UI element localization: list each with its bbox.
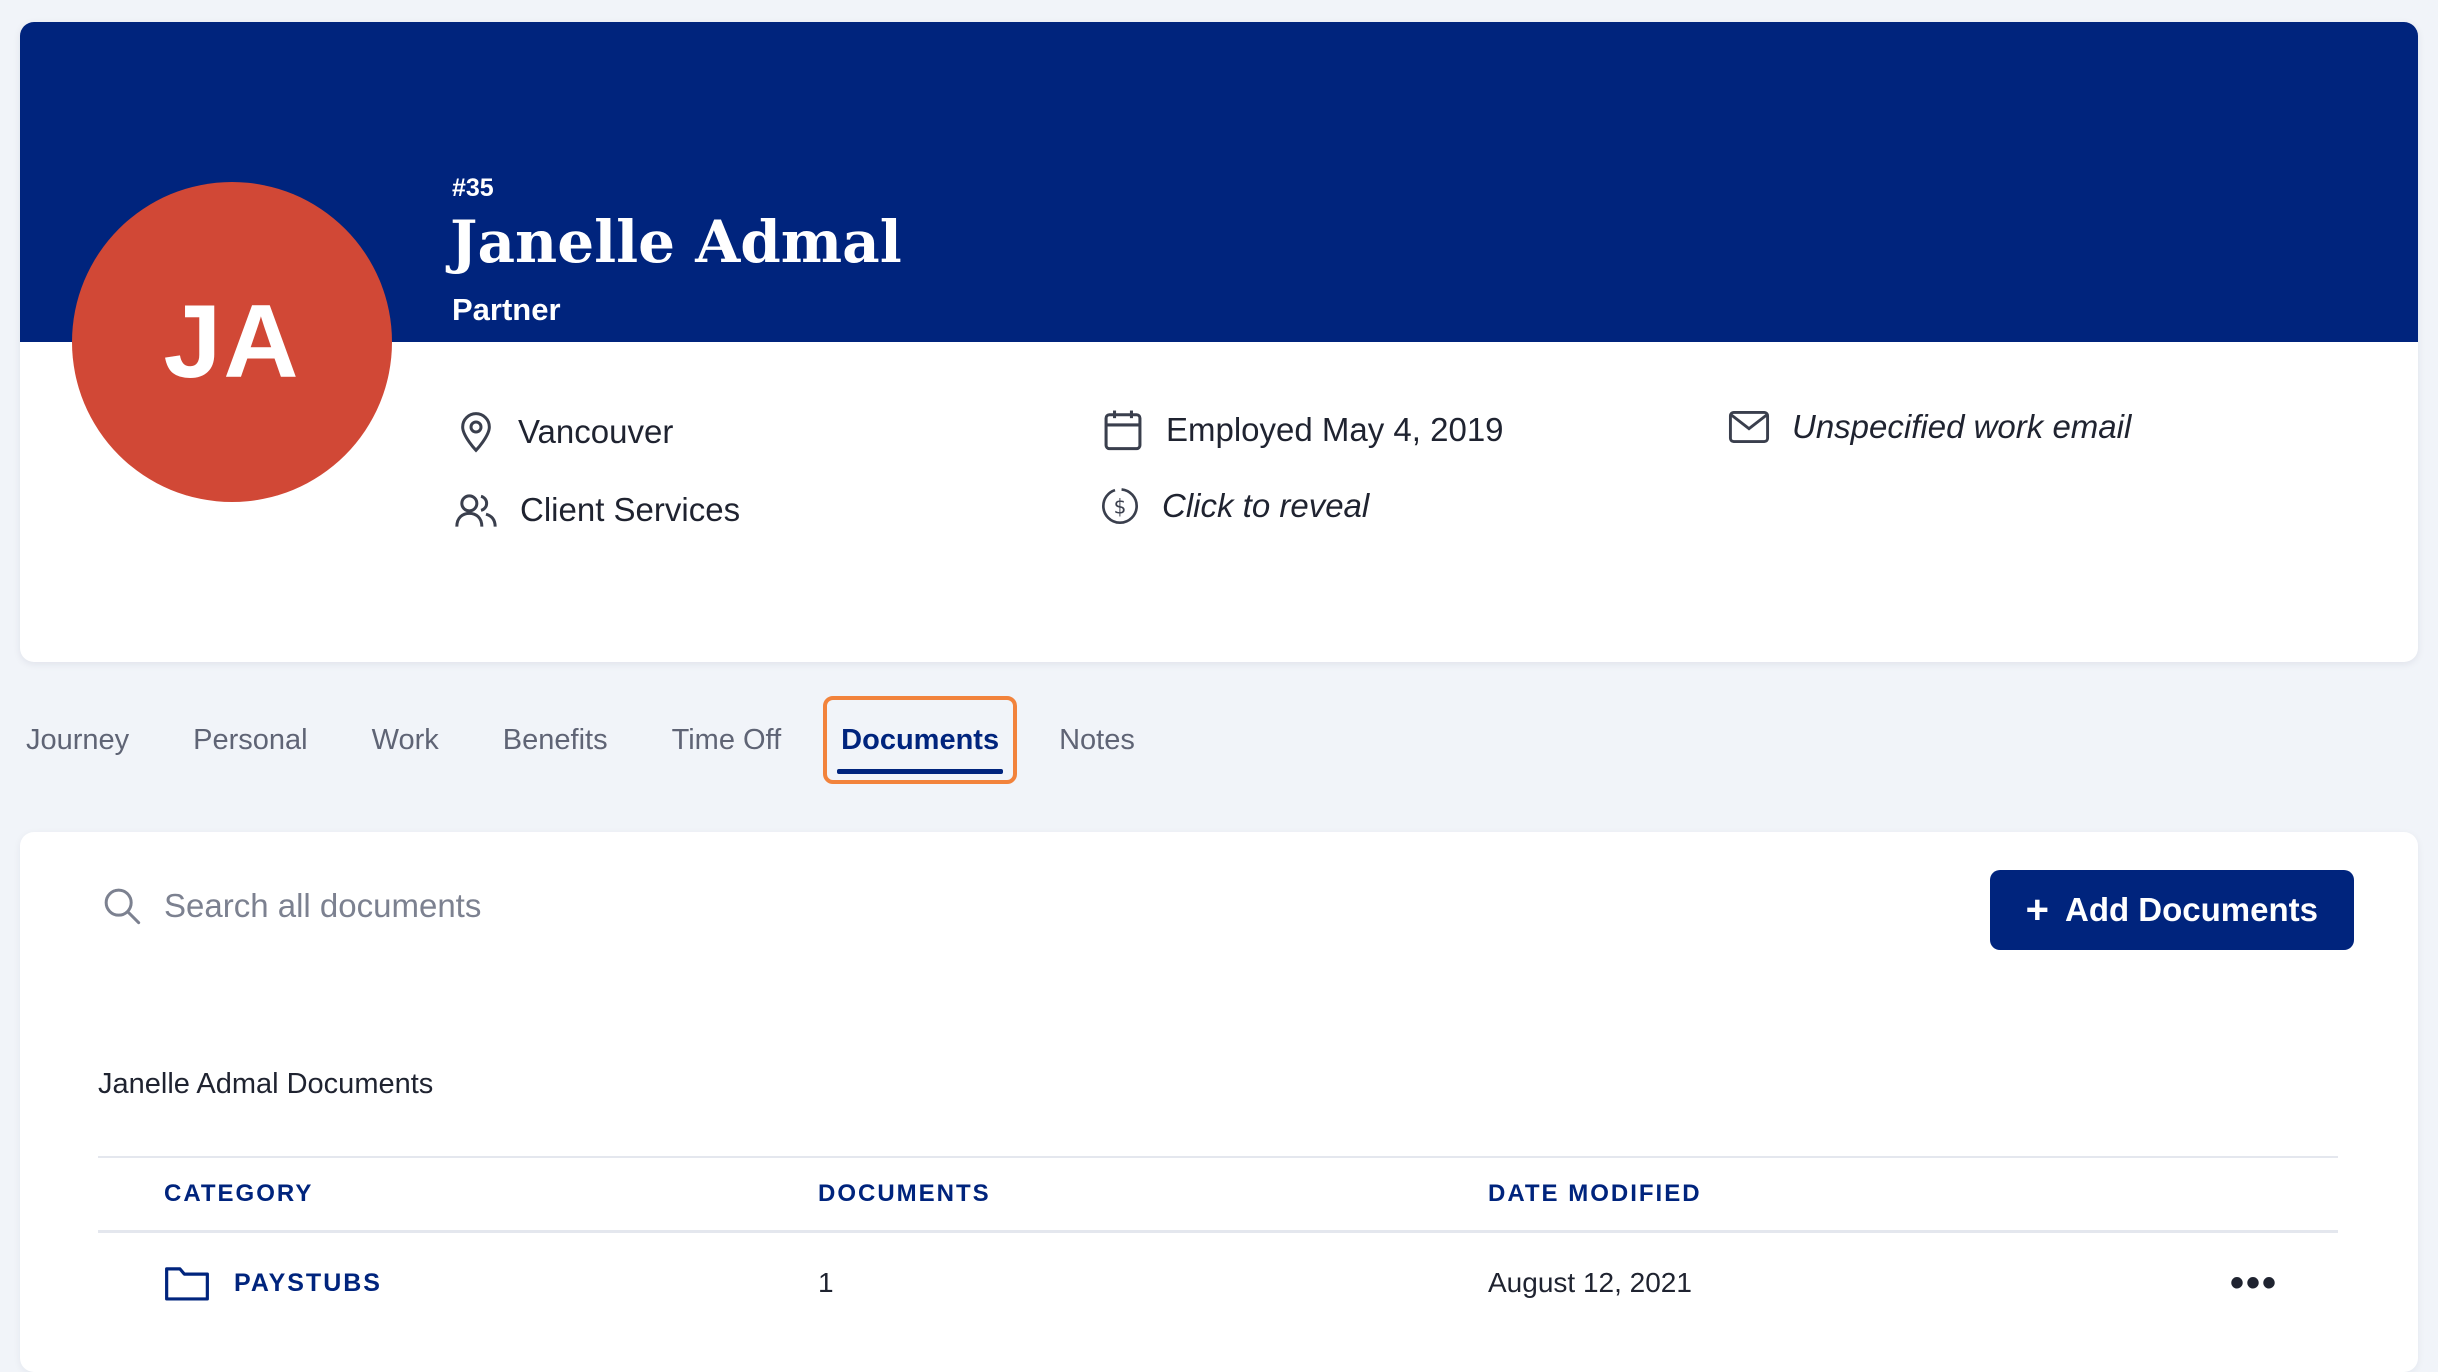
row-actions: ••• [2128,1263,2338,1303]
add-documents-button[interactable]: + Add Documents [1990,870,2354,950]
column-header-category[interactable]: CATEGORY [98,1180,818,1208]
table-row[interactable]: PAYSTUBS 1 August 12, 2021 ••• [98,1233,2338,1333]
location-info: Vancouver [456,410,673,454]
plus-icon: + [2026,890,2049,930]
tab-benefits[interactable]: Benefits [471,700,640,780]
tab-personal[interactable]: Personal [161,700,339,780]
calendar-icon [1102,408,1144,452]
salary-reveal-link[interactable]: Click to reveal [1162,487,1369,525]
search-icon [102,886,142,926]
document-count: 1 [818,1267,1488,1299]
svg-text:$: $ [1114,495,1127,519]
search-input[interactable] [162,886,1066,926]
email-text: Unspecified work email [1792,408,2131,446]
location-text: Vancouver [518,413,673,451]
users-icon [454,490,498,530]
salary-info[interactable]: $ Click to reveal [1100,486,1369,526]
document-search [102,886,1066,926]
folder-icon [164,1263,210,1303]
column-header-documents[interactable]: DOCUMENTS [818,1180,1488,1208]
more-options-icon[interactable]: ••• [2230,1263,2278,1303]
employment-info: Employed May 4, 2019 [1102,408,1504,452]
documents-table: CATEGORY DOCUMENTS DATE MODIFIED PAYSTUB… [98,1156,2338,1333]
add-documents-label: Add Documents [2065,891,2318,929]
tab-documents[interactable]: Documents [827,700,1013,780]
employment-text: Employed May 4, 2019 [1166,411,1504,449]
column-header-date-modified[interactable]: DATE MODIFIED [1488,1180,2128,1208]
tab-work[interactable]: Work [340,700,471,780]
mail-icon [1728,409,1770,445]
avatar: JA [72,182,392,502]
tab-journey[interactable]: Journey [26,700,161,780]
tab-time-off[interactable]: Time Off [640,700,814,780]
employee-name: Janelle Admal [450,208,902,276]
email-info: Unspecified work email [1728,408,2131,446]
dollar-coin-icon: $ [1100,486,1140,526]
department-info: Client Services [454,490,740,530]
date-modified: August 12, 2021 [1488,1267,2128,1299]
category-cell[interactable]: PAYSTUBS [98,1263,818,1303]
department-text: Client Services [520,491,740,529]
employee-number: #35 [452,174,494,203]
table-header: CATEGORY DOCUMENTS DATE MODIFIED [98,1158,2338,1233]
employee-role: Partner [452,292,561,328]
tab-notes[interactable]: Notes [1027,700,1167,780]
category-name[interactable]: PAYSTUBS [234,1269,382,1298]
location-pin-icon [456,410,496,454]
profile-card: JA #35 Janelle Admal Partner Vancouver C… [20,22,2418,662]
documents-panel: + Add Documents Janelle Admal Documents … [20,832,2418,1372]
section-title: Janelle Admal Documents [98,1068,433,1101]
profile-tabs: Journey Personal Work Benefits Time Off … [26,700,1167,780]
